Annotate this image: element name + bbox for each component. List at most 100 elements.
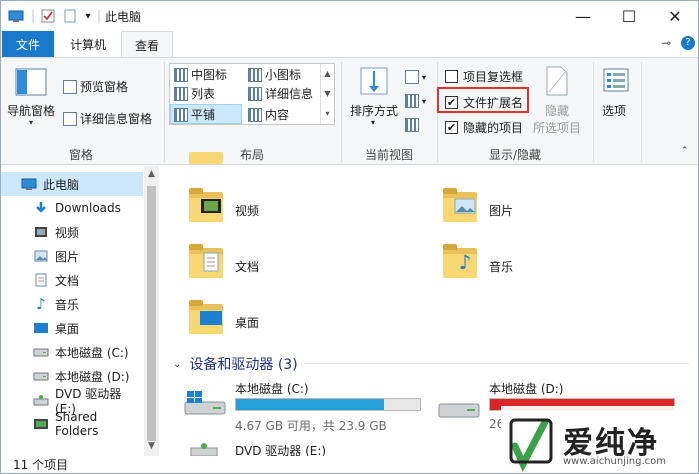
music-icon: ♪: [36, 295, 46, 313]
dvd-icon: [33, 393, 49, 407]
folder-label: 桌面: [235, 316, 260, 330]
details-pane-button[interactable]: 详细信息窗格: [63, 110, 152, 127]
tiles-icon: [174, 107, 188, 122]
medium-icons-icon: [174, 67, 188, 82]
chevron-down-icon[interactable]: ⌄: [173, 359, 181, 370]
chevron-down-icon[interactable]: ▾: [29, 118, 33, 127]
nav-item[interactable]: 桌面: [1, 316, 143, 340]
scroll-down-icon[interactable]: ▼: [144, 438, 159, 453]
nav-item-label: 音乐: [55, 297, 80, 312]
group-title-panes: 窗格: [68, 148, 93, 162]
title-bar: | ▾ | 此电脑 — ☐ ✕: [1, 1, 698, 31]
list-icon: [174, 86, 188, 101]
close-button[interactable]: ✕: [652, 1, 698, 31]
nav-scrollbar-thumb[interactable]: [147, 186, 156, 441]
nav-item[interactable]: Shared Folders: [1, 410, 143, 438]
drive-icon: [33, 369, 49, 383]
music-icon: ♪: [458, 250, 472, 274]
ribbon-tabs: 文件 计算机 查看 ⊸ ?: [1, 31, 698, 58]
tab-file[interactable]: 文件: [2, 31, 54, 57]
explorer-window: | ▾ | 此电脑 — ☐ ✕ 文件 计算机 查看 ⊸ ? 导航窗格 ▾ 预览窗…: [0, 0, 699, 474]
nav-pane-icon[interactable]: [15, 68, 47, 96]
folder-pictures[interactable]: [443, 188, 477, 224]
tab-computer[interactable]: 计算机: [59, 31, 117, 57]
group-separator: [341, 62, 342, 162]
group-by-icon[interactable]: ▾: [405, 70, 426, 84]
layout-details[interactable]: 详细信息: [248, 85, 313, 102]
pin-ribbon-icon[interactable]: ⊸: [661, 36, 671, 50]
folder-video[interactable]: [189, 188, 223, 224]
devices-section-header[interactable]: ⌄ 设备和驱动器 (3): [173, 354, 298, 374]
picture-icon: [33, 249, 49, 263]
layout-item-label: 详细信息: [265, 87, 314, 101]
layout-medium-icons[interactable]: 中图标: [174, 66, 227, 83]
new-folder-icon[interactable]: [61, 7, 79, 25]
nav-scrollbar[interactable]: ▲ ▼: [144, 166, 159, 456]
add-columns-icon[interactable]: ▾: [405, 94, 426, 108]
nav-item[interactable]: 此电脑: [1, 172, 143, 196]
computer-icon[interactable]: [7, 7, 25, 25]
scroll-up-icon[interactable]: ▲: [144, 166, 159, 181]
shared-folder-icon: [33, 417, 49, 431]
nav-item[interactable]: DVD 驱动器 (E:): [1, 387, 143, 416]
sort-by-icon[interactable]: [359, 66, 389, 96]
options-icon[interactable]: [603, 68, 629, 92]
title-separator: |: [30, 8, 36, 24]
hide-selected-icon[interactable]: [545, 66, 569, 96]
layout-tiles[interactable]: 平铺: [174, 106, 215, 123]
nav-item-label: 本地磁盘 (C:): [55, 345, 129, 360]
folder-documents[interactable]: [189, 244, 223, 280]
nav-item[interactable]: 文档: [1, 268, 143, 292]
computer-icon: [21, 177, 37, 191]
nav-pane-button[interactable]: 导航窗格: [7, 102, 55, 119]
group-separator: [593, 62, 594, 162]
folder-label: 文档: [235, 260, 260, 274]
nav-item[interactable]: Downloads: [1, 196, 143, 220]
quick-access-dropdown[interactable]: ▾: [81, 7, 95, 25]
picture-icon: [453, 197, 477, 215]
layout-list[interactable]: 列表: [174, 85, 215, 102]
dvd-icon: [189, 442, 233, 457]
nav-item[interactable]: 视频: [1, 220, 143, 244]
nav-item[interactable]: 图片: [1, 244, 143, 268]
details-pane-label: 详细信息窗格: [80, 112, 153, 126]
section-divider: [304, 363, 689, 364]
item-checkboxes-toggle[interactable]: 项目复选框: [445, 68, 523, 85]
sort-by-button[interactable]: 排序方式: [350, 102, 398, 119]
nav-item[interactable]: ♪ 音乐: [1, 292, 143, 316]
folder-partial-icon: [189, 152, 223, 188]
help-icon[interactable]: ?: [681, 36, 695, 50]
size-columns-icon[interactable]: [405, 118, 422, 132]
nav-item-label: Shared Folders: [55, 410, 99, 438]
nav-item-label: 视频: [55, 225, 80, 240]
layout-gallery-scroll[interactable]: ▲ ▼ ▾: [320, 64, 334, 124]
layout-small-icons[interactable]: 小图标: [248, 66, 301, 83]
preview-pane-icon: [63, 79, 77, 94]
preview-pane-button[interactable]: 预览窗格: [63, 78, 128, 95]
minimize-button[interactable]: —: [560, 1, 606, 31]
layout-item-label: 内容: [265, 108, 290, 122]
folder-music[interactable]: ♪: [443, 244, 477, 280]
details-pane-icon: [63, 111, 77, 126]
drive-c-usage-bar: [235, 398, 421, 411]
chevron-down-icon[interactable]: ▾: [371, 118, 375, 127]
item-checkboxes-checkbox[interactable]: [445, 70, 458, 83]
folder-desktop[interactable]: [189, 300, 223, 336]
hidden-items-checkbox[interactable]: ✔: [445, 121, 458, 134]
properties-icon[interactable]: [39, 7, 57, 25]
hidden-items-toggle[interactable]: ✔ 隐藏的项目: [445, 119, 523, 136]
nav-item-label: 本地磁盘 (D:): [55, 369, 130, 384]
maximize-button[interactable]: ☐: [606, 1, 652, 31]
hide-selected-button[interactable]: 隐藏: [545, 102, 569, 119]
layout-item-label: 小图标: [265, 68, 302, 82]
collapse-ribbon-icon[interactable]: ⌃: [681, 146, 689, 156]
drive-c-icon: [183, 390, 227, 416]
options-button[interactable]: 选项: [602, 102, 626, 119]
nav-item[interactable]: 本地磁盘 (C:): [1, 340, 143, 364]
tab-view[interactable]: 查看: [121, 31, 173, 58]
preview-pane-label: 预览窗格: [80, 80, 129, 94]
ribbon: 导航窗格 ▾ 预览窗格 详细信息窗格 窗格 中图标 小图标 列表 详细信息 平铺…: [1, 57, 698, 165]
drive-label: 本地磁盘 (C:): [235, 382, 309, 396]
layout-content[interactable]: 内容: [248, 106, 289, 123]
small-icons-icon: [248, 67, 262, 82]
